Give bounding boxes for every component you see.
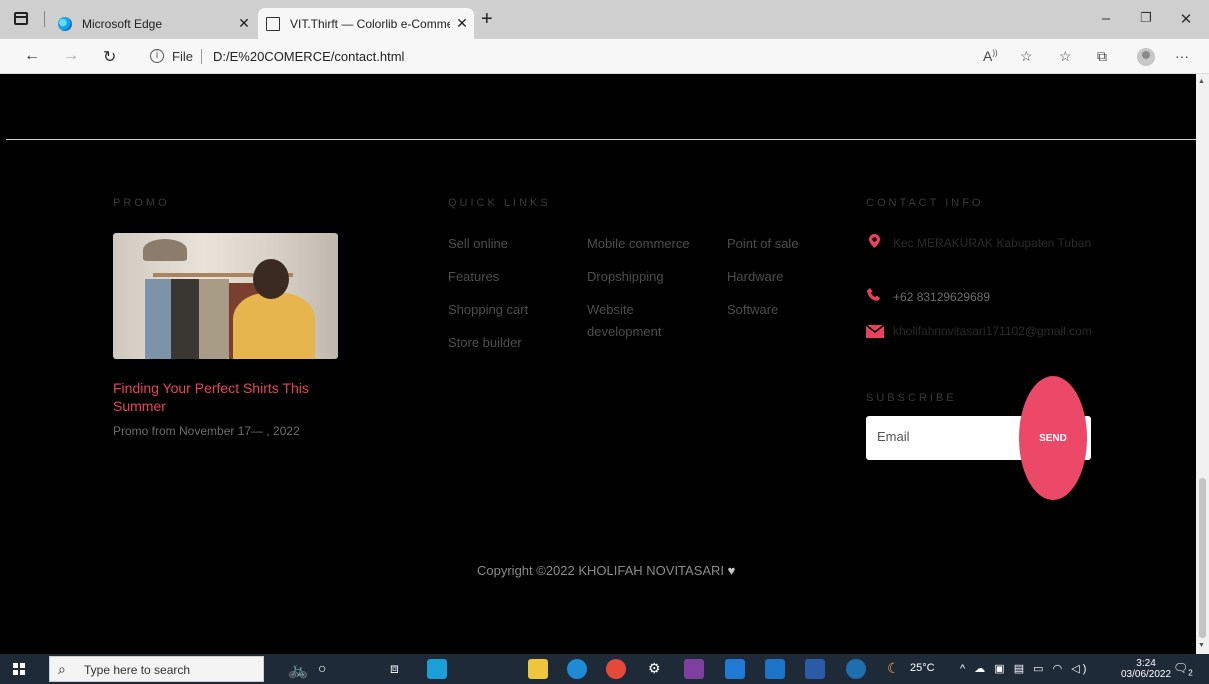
quick-links-heading: QUICK LINKS — [448, 197, 551, 209]
taskbar-search[interactable]: ⌕ Type here to search — [49, 656, 264, 682]
copyright-text: Copyright ©2022 KHOLIFAH NOVITASARI — [477, 563, 725, 578]
phone-icon — [867, 288, 881, 305]
url-text[interactable]: D:/E%20COMERCE/contact.html — [213, 49, 404, 64]
tab-title: Microsoft Edge — [82, 16, 163, 31]
search-placeholder: Type here to search — [84, 663, 191, 677]
new-tab-icon[interactable]: + — [481, 8, 493, 31]
clock-time: 3:24 — [1136, 658, 1156, 669]
clock[interactable]: 3:24 03/06/2022 — [1121, 658, 1171, 680]
address-bar: ← → ↻ i File D:/E%20COMERCE/contact.html… — [0, 39, 1209, 74]
footer: PROMO Finding Your Perfect Shirts This S… — [0, 74, 1196, 654]
divider — [44, 11, 45, 27]
favorite-add-icon[interactable]: ☆ — [1020, 48, 1033, 65]
clock-date: 03/06/2022 — [1121, 669, 1172, 680]
link-store-builder[interactable]: Store builder — [448, 332, 522, 354]
help-icon[interactable] — [846, 659, 866, 679]
chrome-icon[interactable] — [606, 659, 626, 679]
more-menu-icon[interactable]: ··· — [1175, 48, 1189, 64]
file-explorer-icon[interactable] — [528, 659, 548, 679]
cortana-icon[interactable]: ○ — [318, 660, 326, 676]
divider — [6, 139, 1196, 140]
close-window-icon[interactable]: ✕ — [1166, 10, 1206, 28]
mail-icon[interactable] — [427, 659, 447, 679]
link-features[interactable]: Features — [448, 266, 499, 288]
windows-start-icon[interactable] — [13, 663, 25, 675]
link-website-development[interactable]: Website development — [587, 299, 677, 343]
subscribe-heading: SUBSCRIBE — [866, 392, 957, 404]
promo-heading: PROMO — [113, 197, 170, 209]
link-sell-online[interactable]: Sell online — [448, 233, 508, 255]
tab-microsoft-edge[interactable]: Microsoft Edge ✕ — [50, 8, 256, 39]
scroll-down-icon[interactable]: ▼ — [1198, 642, 1205, 649]
contact-email[interactable]: kholifahnovitasari171102@gmail.com — [893, 321, 1092, 341]
collections-icon[interactable]: ⧉ — [1097, 48, 1107, 65]
settings-icon[interactable]: ⚙ — [648, 660, 661, 677]
heart-icon: ♥ — [727, 563, 736, 578]
tab-title: VIT.Thirft — Colorlib e-Commerce — [290, 16, 450, 31]
close-tab-icon[interactable]: ✕ — [450, 15, 474, 32]
envelope-icon — [865, 324, 885, 341]
tab-vit-thirft[interactable]: VIT.Thirft — Colorlib e-Commerce ✕ — [258, 8, 474, 39]
refresh-icon[interactable]: ↻ — [103, 47, 116, 67]
minimize-icon[interactable]: – — [1086, 10, 1126, 27]
close-tab-icon[interactable]: ✕ — [232, 15, 256, 32]
tab-actions-icon[interactable] — [14, 12, 28, 25]
link-point-of-sale[interactable]: Point of sale — [727, 233, 799, 255]
profile-avatar[interactable] — [1137, 48, 1155, 66]
winrar-icon[interactable] — [684, 659, 704, 679]
task-view-icon[interactable]: ⧈ — [390, 660, 399, 677]
bicycle-icon[interactable]: 🚲 — [288, 660, 308, 680]
forward-icon[interactable]: → — [63, 47, 79, 65]
link-dropshipping[interactable]: Dropshipping — [587, 266, 664, 288]
vscode-icon[interactable] — [725, 659, 745, 679]
favorites-icon[interactable]: ☆ — [1059, 48, 1072, 65]
word-icon[interactable] — [805, 659, 825, 679]
link-hardware[interactable]: Hardware — [727, 266, 783, 288]
notification-icon[interactable]: 🗨2 — [1173, 661, 1193, 677]
temperature[interactable]: 25°C — [910, 662, 935, 674]
promo-image[interactable] — [113, 233, 338, 359]
url-scheme: File — [172, 49, 193, 64]
info-icon[interactable]: i — [150, 49, 164, 63]
document-icon — [266, 16, 280, 31]
scrollbar-thumb[interactable] — [1199, 478, 1206, 638]
link-shopping-cart[interactable]: Shopping cart — [448, 299, 528, 321]
contact-info-heading: CONTACT INFO — [866, 197, 984, 209]
read-aloud-icon[interactable]: A)) — [983, 48, 998, 64]
send-button[interactable]: SEND — [1019, 376, 1087, 500]
map-marker-icon — [869, 234, 880, 251]
moon-cloud-icon: ☾ — [887, 660, 900, 676]
back-icon[interactable]: ← — [24, 47, 40, 65]
restore-icon[interactable]: ❐ — [1126, 10, 1166, 26]
tab-strip: Microsoft Edge ✕ VIT.Thirft — Colorlib e… — [0, 0, 1209, 39]
edge-icon — [58, 16, 72, 31]
email-input[interactable] — [877, 429, 1017, 444]
notification-count: 2 — [1188, 668, 1193, 678]
photos-icon[interactable] — [765, 659, 785, 679]
search-icon: ⌕ — [58, 661, 66, 677]
promo-date: Promo from November 17— , 2022 — [113, 424, 300, 438]
contact-phone[interactable]: +62 83129629689 — [893, 287, 990, 307]
system-tray-icons[interactable]: ^ ☁ ▣ ▤ ▭ ◠ ◁) — [960, 662, 1089, 675]
taskbar: ⌕ Type here to search 🚲 ○ ⧈ ⚙ ☾ 25°C ^ ☁… — [0, 654, 1209, 684]
link-mobile-commerce[interactable]: Mobile commerce — [587, 233, 690, 255]
divider — [201, 49, 202, 64]
copyright: Copyright ©2022 KHOLIFAH NOVITASARI ♥ — [477, 563, 735, 578]
contact-address: Kec MERAKURAK Kabupaten Tuban — [893, 236, 1092, 250]
vertical-scrollbar[interactable]: ▲ ▼ — [1196, 74, 1209, 654]
promo-title-link[interactable]: Finding Your Perfect Shirts This Summer — [113, 379, 343, 415]
scroll-up-icon[interactable]: ▲ — [1198, 78, 1205, 85]
link-software[interactable]: Software — [727, 299, 778, 321]
edge-taskbar-icon[interactable] — [567, 659, 587, 679]
